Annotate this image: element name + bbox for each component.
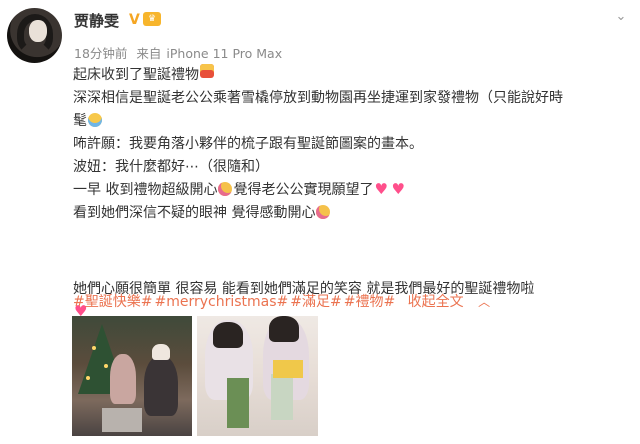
post-line: 咘許願：我要角落小夥伴的梳子跟有聖誕節圖案的畫本。 <box>73 133 633 156</box>
post-line: 看到她們深信不疑的眼神 覺得感動開心 <box>73 202 633 225</box>
post-photo[interactable] <box>197 316 318 436</box>
post-line-text: 看到她們深信不疑的眼神 覺得感動開心 <box>73 205 316 221</box>
author-avatar[interactable] <box>7 8 62 63</box>
post-body: 起床收到了聖誕禮物 深深相信是聖誕老公公乘著雪橇停放到動物園再坐捷運到家發禮物（… <box>73 64 633 324</box>
post-meta: 18分钟前 来自 iPhone 11 Pro Max <box>74 43 287 62</box>
child-figure <box>144 356 178 416</box>
member-crown-icon: ♛ <box>143 12 161 26</box>
post-line-text: 覺得老公公實現願望了 <box>233 182 374 198</box>
post-line-text: 深深相信是聖誕老公公乘著雪橇停放到動物園再坐捷運到家發禮物（只能說好時 <box>73 90 563 106</box>
tree-light <box>86 376 90 380</box>
christmas-stocking <box>271 374 293 420</box>
post-line: 波妞：我什麼都好⋯（很隨和） <box>73 156 633 179</box>
christmas-tree-emoji-icon <box>541 233 589 303</box>
gift-emoji-icon <box>200 64 214 78</box>
post-line-text: 咘許願：我要角落小夥伴的梳子跟有聖誕節圖案的畫本。 <box>73 136 423 152</box>
hashtag-link[interactable]: #聖誕快樂# <box>73 294 152 310</box>
post-line: 深深相信是聖誕老公公乘著雪橇停放到動物園再坐捷運到家發禮物（只能說好時 <box>73 87 633 110</box>
avatar-face <box>29 20 47 42</box>
chevron-down-icon[interactable]: ⌄ <box>614 10 628 24</box>
post-timestamp[interactable]: 18分钟前 <box>74 46 127 61</box>
post-tags: #聖誕快樂# #merrychristmas# #滿足# #禮物# 收起全文 ︿ <box>73 291 492 311</box>
post-source-prefix: 来自 <box>136 46 162 61</box>
post-line: 一早 收到禮物超級開心 覺得老公公實現願望了 <box>73 178 633 202</box>
child-figure <box>110 354 136 404</box>
post-line: 髦 <box>73 110 633 133</box>
chevron-up-icon[interactable]: ︿ <box>478 295 490 309</box>
heart-emoji-icon <box>374 178 389 201</box>
post-line: 起床收到了聖誕禮物 <box>73 64 633 87</box>
christmas-tree-emoji-icon <box>591 233 639 303</box>
tree-light <box>92 346 96 350</box>
post-source-device: iPhone 11 Pro Max <box>166 46 283 61</box>
child-face <box>152 344 170 360</box>
post-line-text: 一早 收到禮物超級開心 <box>73 182 218 198</box>
author-name[interactable]: 贾静雯 <box>74 10 119 31</box>
child-hair <box>269 316 299 342</box>
christmas-stocking <box>227 378 249 428</box>
post-line-text: 起床收到了聖誕禮物 <box>73 67 199 83</box>
hashtag-link[interactable]: #滿足# <box>290 294 341 310</box>
hashtag-link[interactable]: #merrychristmas# <box>154 294 288 310</box>
post-line: 她們心願很簡單 很容易 能看到她們滿足的笑容 就是我們最好的聖誕禮物啦 <box>73 225 633 301</box>
gift-box <box>273 360 303 378</box>
party-emoji-icon <box>316 205 331 219</box>
laugh-emoji-icon <box>88 113 102 127</box>
post-line-text: 波妞：我什麼都好⋯（很隨和） <box>73 159 269 175</box>
verified-icon: V <box>129 12 140 28</box>
gift-box <box>102 408 142 432</box>
tree-light <box>104 364 108 368</box>
post-photo[interactable] <box>72 316 192 436</box>
collapse-text-link[interactable]: 收起全文 <box>408 294 464 310</box>
child-hair <box>213 322 243 348</box>
hashtag-link[interactable]: #禮物# <box>344 294 395 310</box>
post-line-text: 髦 <box>73 113 87 129</box>
heart-emoji-icon <box>391 178 406 201</box>
party-emoji-icon <box>218 182 233 196</box>
